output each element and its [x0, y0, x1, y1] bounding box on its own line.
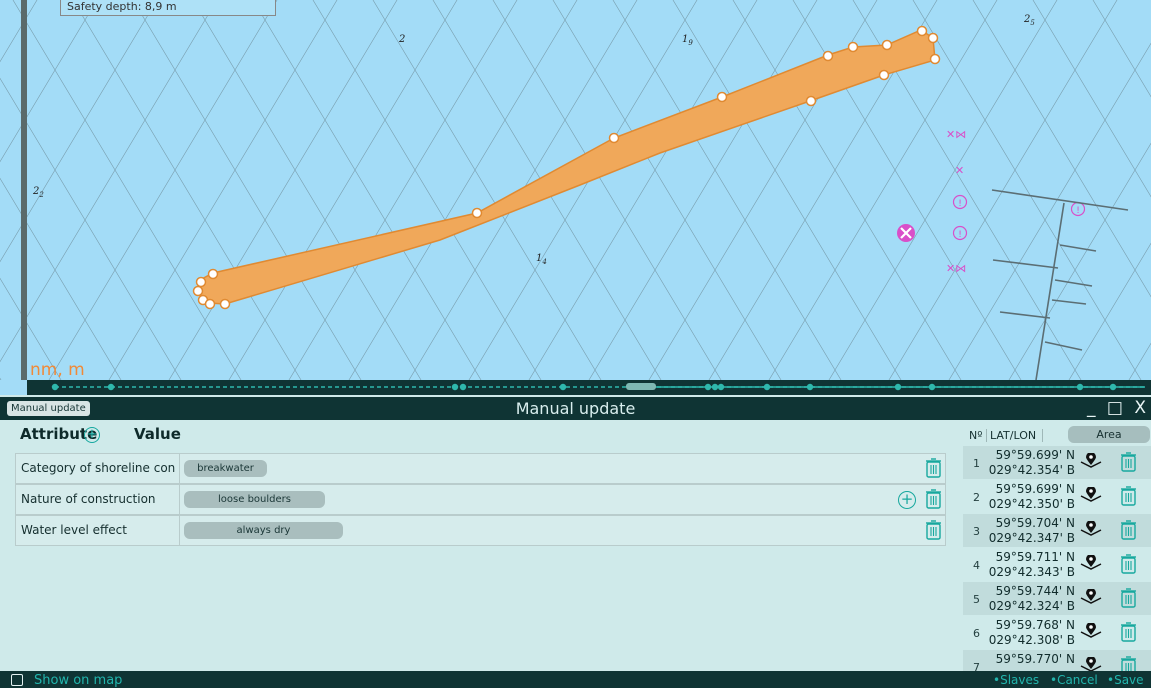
trash-icon[interactable]	[926, 489, 941, 509]
attribute-row[interactable]: Category of shoreline con... breakwater	[15, 453, 946, 484]
latitude: 59°59.704' N	[995, 516, 1075, 530]
locate-pin-icon[interactable]	[1079, 520, 1103, 541]
longitude: 029°42.354' B	[988, 463, 1075, 477]
trash-icon[interactable]	[1121, 554, 1136, 578]
sounding: 19	[682, 34, 693, 47]
sounding: 2	[399, 34, 406, 45]
show-on-map-checkbox[interactable]	[11, 674, 23, 686]
cancel-link[interactable]: •Cancel	[1050, 673, 1098, 688]
attribute-row[interactable]: Water level effect always dry	[15, 515, 946, 546]
coordinate-row[interactable]: 6 59°59.768' N 029°42.308' B	[963, 616, 1151, 649]
coordinate-row[interactable]: 4 59°59.711' N 029°42.343' B	[963, 548, 1151, 581]
longitude: 029°42.324' B	[988, 599, 1075, 613]
sounding: 22	[33, 186, 44, 199]
vertex-number: 6	[973, 627, 980, 640]
add-attribute-icon[interactable]: +	[84, 427, 100, 443]
units-label: nm, m	[30, 360, 85, 380]
locate-pin-icon[interactable]	[1079, 452, 1103, 473]
longitude: 029°42.350' B	[988, 497, 1075, 511]
coordinate-row[interactable]: 2 59°59.699' N 029°42.350' B	[963, 480, 1151, 513]
trash-icon[interactable]	[1121, 486, 1136, 510]
trash-icon[interactable]	[1121, 622, 1136, 646]
locate-pin-icon[interactable]	[1079, 588, 1103, 609]
sounding: 25	[1024, 14, 1035, 27]
latitude: 59°59.768' N	[995, 618, 1075, 632]
latitude: 59°59.744' N	[995, 584, 1075, 598]
attribute-value[interactable]: always dry	[184, 522, 343, 539]
locate-pin-icon[interactable]	[1079, 486, 1103, 507]
trash-icon[interactable]	[926, 458, 941, 478]
svg-text:✕⋈: ✕⋈	[946, 128, 966, 141]
attribute-name: Water level effect	[21, 523, 127, 537]
sounding: 14	[536, 253, 547, 266]
vertex-number: 7	[973, 661, 980, 671]
svg-text:!: !	[958, 199, 962, 209]
trash-icon[interactable]	[1121, 656, 1136, 671]
chart-map[interactable]: ! ! ! ✕⋈ ✕ ✕⋈ Safety depth: 8,9 m nm, m …	[0, 0, 1151, 395]
coordinate-row[interactable]: 5 59°59.744' N 029°42.324' B	[963, 582, 1151, 615]
locate-pin-icon[interactable]	[1079, 656, 1103, 671]
longitude: 029°42.343' B	[988, 565, 1075, 579]
locate-pin-icon[interactable]	[1079, 622, 1103, 643]
chart-left-border	[21, 0, 27, 380]
attribute-value[interactable]: loose boulders	[184, 491, 325, 508]
trash-icon[interactable]	[1121, 588, 1136, 612]
coordinate-row[interactable]: 3 59°59.704' N 029°42.347' B	[963, 514, 1151, 547]
save-link[interactable]: •Save	[1107, 673, 1144, 688]
trash-icon[interactable]	[926, 520, 941, 540]
vertex-number: 5	[973, 593, 980, 606]
panel-title: Manual update	[515, 399, 636, 418]
longitude: 029°42.347' B	[988, 531, 1075, 545]
attribute-name: Nature of construction	[21, 492, 156, 506]
vertex-number: 4	[973, 559, 980, 572]
add-value-icon[interactable]: +	[898, 491, 916, 509]
longitude: 029°42.308' B	[988, 633, 1075, 647]
latitude: 59°59.699' N	[995, 482, 1075, 496]
manual-update-tag[interactable]: Manual update	[7, 401, 90, 416]
footer-bar	[0, 671, 1151, 688]
svg-text:✕⋈: ✕⋈	[946, 262, 966, 275]
safety-depth-label: Safety depth: 8,9 m	[60, 0, 276, 16]
coordinate-row[interactable]: 7 59°59.770' N	[963, 650, 1151, 671]
window-controls[interactable]: _ □ X	[1087, 398, 1149, 418]
svg-text:!: !	[1076, 206, 1080, 216]
latitude: 59°59.770' N	[995, 652, 1075, 666]
svg-text:!: !	[958, 230, 962, 240]
coordinate-row[interactable]: 1 59°59.699' N 029°42.354' B	[963, 446, 1151, 479]
latlon-header: LAT/LON	[986, 429, 1044, 442]
vertex-number: 1	[973, 457, 980, 470]
vertex-number: 2	[973, 491, 980, 504]
svg-text:✕: ✕	[955, 164, 964, 177]
chart-canvas[interactable]: ! ! ! ✕⋈ ✕ ✕⋈	[0, 0, 1151, 395]
attribute-name: Category of shoreline con...	[21, 461, 176, 475]
value-header: Value	[134, 425, 181, 443]
latitude: 59°59.711' N	[995, 550, 1075, 564]
trash-icon[interactable]	[1121, 452, 1136, 476]
locate-pin-icon[interactable]	[1079, 554, 1103, 575]
attribute-value[interactable]: breakwater	[184, 460, 267, 477]
number-header: Nº	[969, 429, 983, 442]
vertex-number: 3	[973, 525, 980, 538]
attribute-row[interactable]: Nature of construction loose boulders +	[15, 484, 946, 515]
slaves-link[interactable]: •Slaves	[993, 673, 1039, 688]
area-button[interactable]: Area	[1068, 426, 1150, 443]
show-on-map-label[interactable]: Show on map	[34, 673, 122, 688]
latitude: 59°59.699' N	[995, 448, 1075, 462]
trash-icon[interactable]	[1121, 520, 1136, 544]
